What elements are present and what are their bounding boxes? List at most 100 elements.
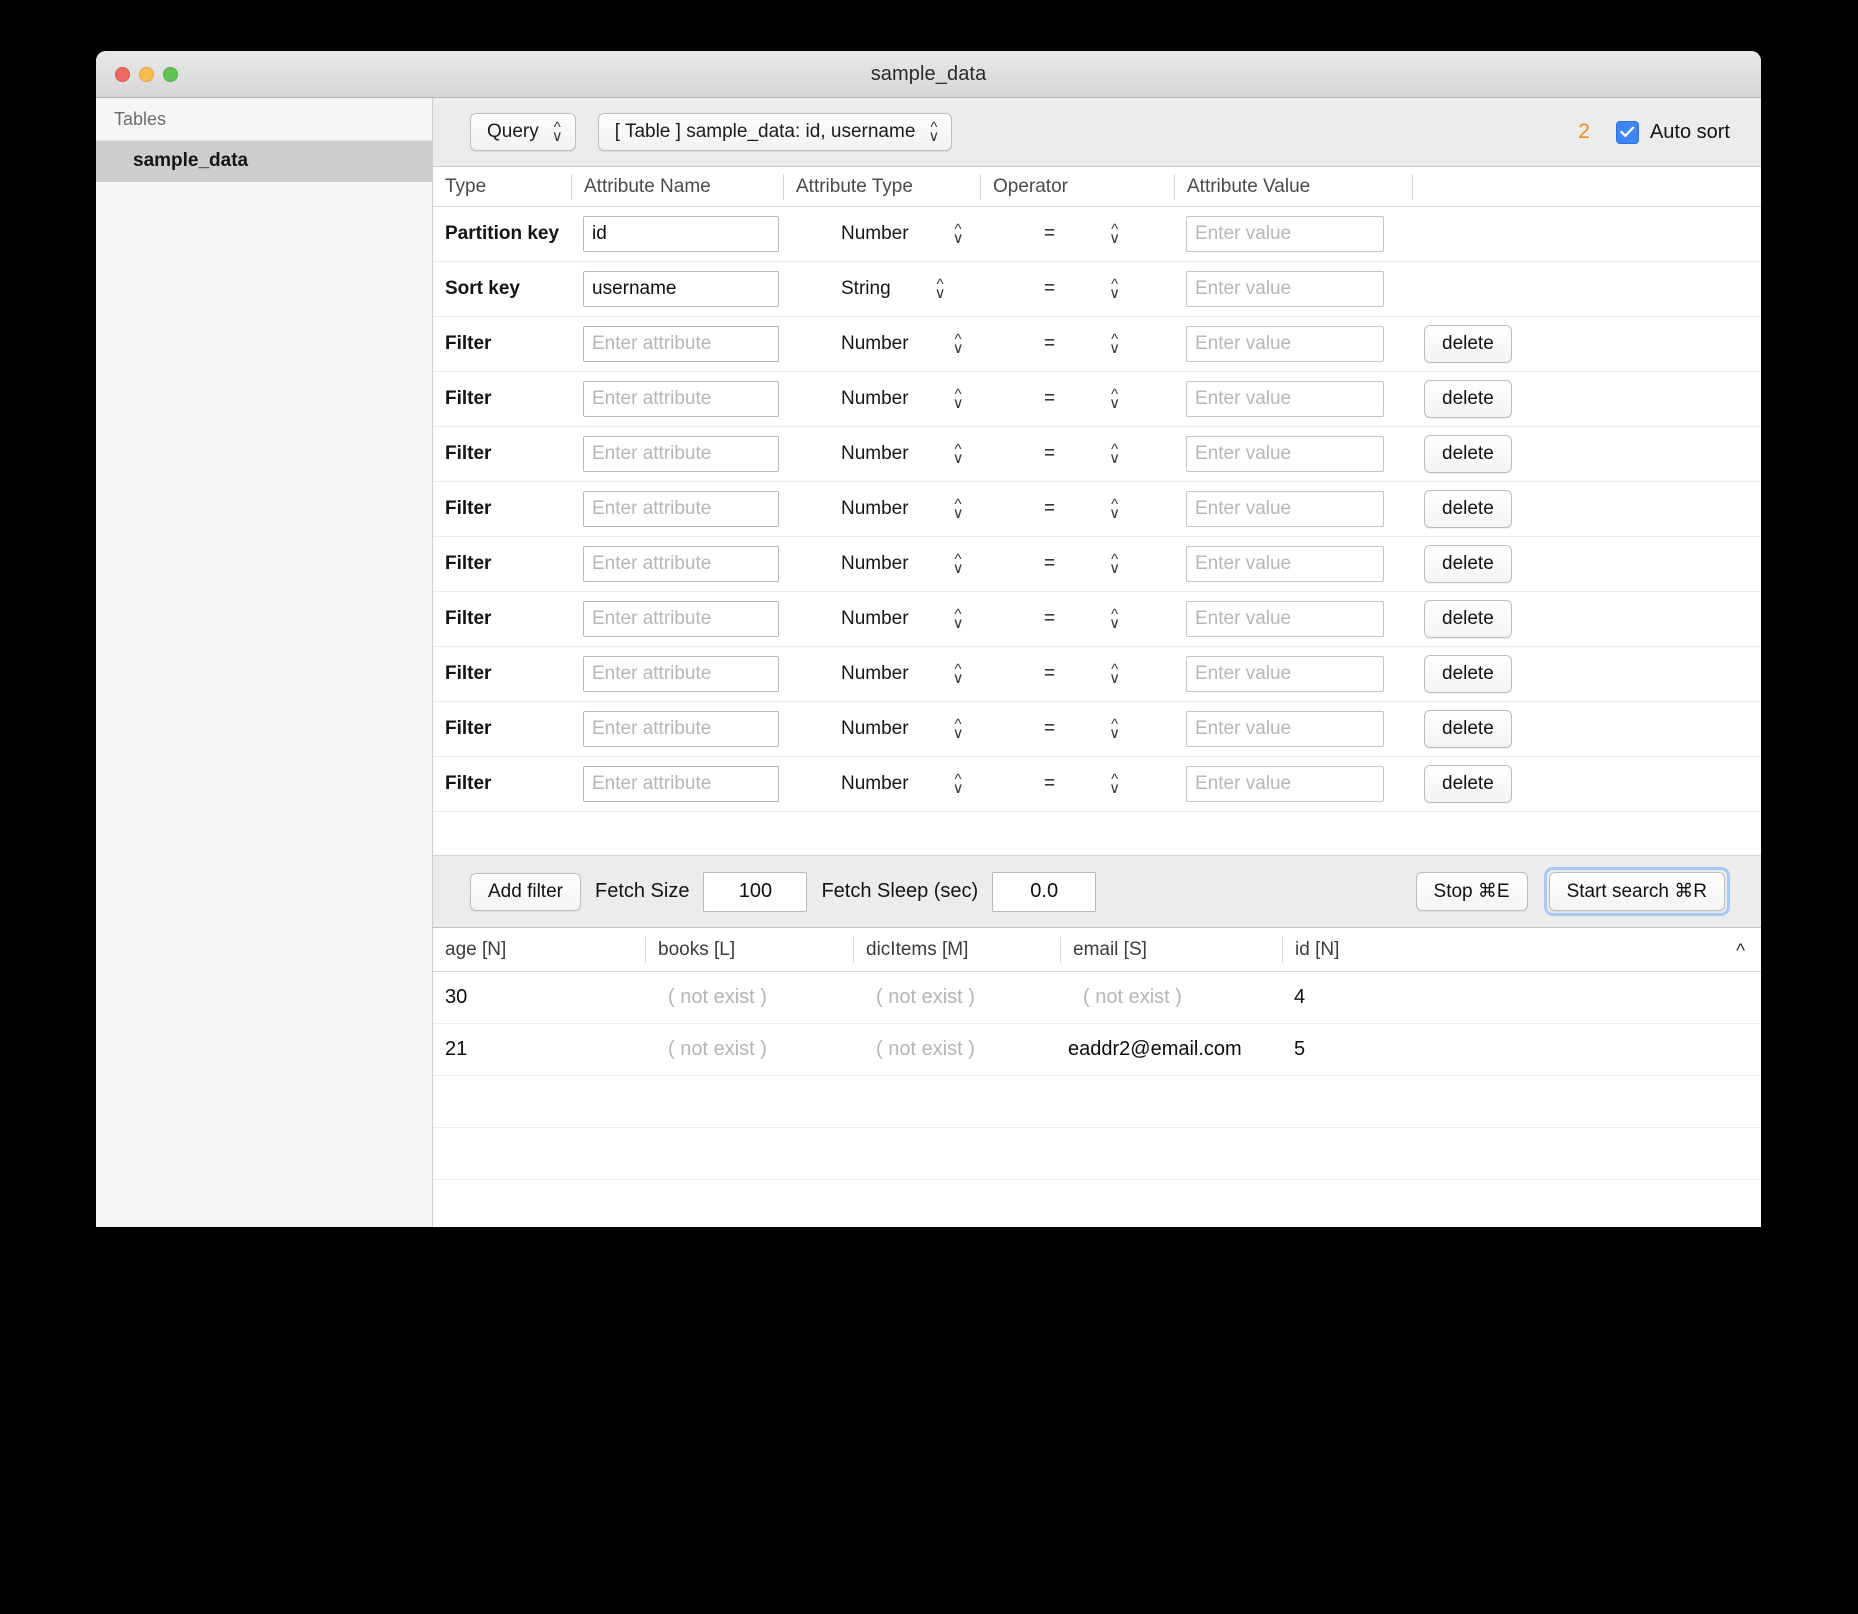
attribute-value-input[interactable] bbox=[1186, 326, 1384, 362]
attribute-name-input[interactable] bbox=[583, 546, 779, 582]
attribute-type-stepper[interactable]: ^ ∨ bbox=[953, 496, 964, 521]
attribute-value-input[interactable] bbox=[1186, 546, 1384, 582]
fetch-sleep-input[interactable] bbox=[992, 871, 1097, 912]
filter-row: Filter Number ^∨ = ^∨ delete bbox=[433, 537, 1761, 592]
filter-table: Type Attribute Name Attribute Type Opera… bbox=[433, 167, 1761, 856]
attribute-type-stepper[interactable]: ^ ∨ bbox=[953, 606, 964, 631]
cell-email: ( not exist ) bbox=[1083, 986, 1182, 1008]
table-row[interactable]: 21 ( not exist ) ( not exist ) eaddr2@email… bbox=[433, 1024, 1761, 1076]
stop-button[interactable]: Stop ⌘E bbox=[1415, 872, 1528, 911]
query-mode-popup[interactable]: Query ^ ∨ bbox=[470, 113, 576, 151]
results-table-header: age [N] books [L] dicItems [M] email [S]… bbox=[433, 928, 1761, 972]
delete-filter-button[interactable]: delete bbox=[1424, 545, 1512, 583]
operator-value: = bbox=[1044, 608, 1056, 629]
cell-email: eaddr2@email.com bbox=[1068, 1038, 1242, 1060]
operator-stepper[interactable]: ^ ∨ bbox=[1109, 771, 1120, 796]
auto-sort-checkbox[interactable] bbox=[1615, 120, 1639, 144]
attribute-name-input[interactable] bbox=[583, 491, 779, 527]
attribute-type-value: Number bbox=[841, 553, 909, 574]
attribute-name-input[interactable] bbox=[583, 601, 779, 637]
table-row-empty bbox=[433, 1128, 1761, 1180]
delete-filter-button[interactable]: delete bbox=[1424, 765, 1512, 803]
filter-row: Filter Number ^∨ = ^∨ delete bbox=[433, 427, 1761, 482]
attribute-value-input[interactable] bbox=[1186, 271, 1384, 307]
attribute-value-input[interactable] bbox=[1186, 766, 1384, 802]
attribute-value-input[interactable] bbox=[1186, 711, 1384, 747]
sidebar-header: Tables bbox=[96, 98, 432, 141]
attribute-type-stepper[interactable]: ^ ∨ bbox=[953, 716, 964, 741]
results-column-dicitems[interactable]: dicItems [M] bbox=[853, 936, 1060, 963]
sidebar-item-sample-data[interactable]: sample_data bbox=[96, 141, 432, 182]
attribute-type-stepper[interactable]: ^ ∨ bbox=[953, 386, 964, 411]
operator-stepper[interactable]: ^ ∨ bbox=[1109, 606, 1120, 631]
filter-row-type: Partition key bbox=[445, 223, 560, 244]
filter-row: Filter Number ^∨ = ^∨ delete bbox=[433, 757, 1761, 812]
main-panel: Query ^ ∨ [ Table ] sample_data: id, user… bbox=[433, 98, 1761, 1227]
results-row-list: 30 ( not exist ) ( not exist ) ( not exist … bbox=[433, 972, 1761, 1227]
attribute-name-input[interactable] bbox=[583, 216, 779, 252]
results-table: age [N] books [L] dicItems [M] email [S]… bbox=[433, 928, 1761, 1227]
attribute-name-input[interactable] bbox=[583, 711, 779, 747]
attribute-type-stepper[interactable]: ^ ∨ bbox=[953, 331, 964, 356]
chevron-updown-icon: ^ ∨ bbox=[551, 118, 563, 145]
delete-filter-button[interactable]: delete bbox=[1424, 710, 1512, 748]
filter-table-header: Type Attribute Name Attribute Type Opera… bbox=[433, 167, 1761, 207]
operator-stepper[interactable]: ^ ∨ bbox=[1109, 441, 1120, 466]
attribute-type-stepper[interactable]: ^ ∨ bbox=[953, 661, 964, 686]
attribute-type-stepper[interactable]: ^ ∨ bbox=[953, 441, 964, 466]
attribute-name-input[interactable] bbox=[583, 381, 779, 417]
filter-table-spacer bbox=[433, 812, 1761, 856]
filter-row-type: Filter bbox=[445, 443, 492, 464]
delete-filter-button[interactable]: delete bbox=[1424, 490, 1512, 528]
auto-sort-control[interactable]: Auto sort bbox=[1615, 120, 1730, 144]
operator-stepper[interactable]: ^ ∨ bbox=[1109, 551, 1120, 576]
attribute-value-input[interactable] bbox=[1186, 656, 1384, 692]
results-column-id[interactable]: id [N] ^ bbox=[1282, 936, 1761, 963]
cell-books: ( not exist ) bbox=[668, 986, 767, 1008]
operator-stepper[interactable]: ^ ∨ bbox=[1109, 716, 1120, 741]
attribute-value-input[interactable] bbox=[1186, 436, 1384, 472]
attribute-name-input[interactable] bbox=[583, 326, 779, 362]
table-row[interactable]: 30 ( not exist ) ( not exist ) ( not exist … bbox=[433, 972, 1761, 1024]
table-select-label: [ Table ] sample_data: id, username bbox=[614, 121, 916, 142]
attribute-type-stepper[interactable]: ^ ∨ bbox=[953, 221, 964, 246]
table-select-popup[interactable]: [ Table ] sample_data: id, username ^ ∨ bbox=[597, 113, 953, 151]
results-column-email[interactable]: email [S] bbox=[1060, 936, 1282, 963]
delete-filter-button[interactable]: delete bbox=[1424, 600, 1512, 638]
operator-stepper[interactable]: ^ ∨ bbox=[1109, 661, 1120, 686]
add-filter-button[interactable]: Add filter bbox=[470, 872, 581, 911]
attribute-name-input[interactable] bbox=[583, 436, 779, 472]
operator-stepper[interactable]: ^ ∨ bbox=[1109, 221, 1120, 246]
column-header-actions bbox=[1412, 173, 1761, 200]
delete-filter-button[interactable]: delete bbox=[1424, 380, 1512, 418]
attribute-name-input[interactable] bbox=[583, 271, 779, 307]
results-column-age[interactable]: age [N] bbox=[433, 937, 645, 963]
filter-row-type: Filter bbox=[445, 663, 492, 684]
delete-filter-button[interactable]: delete bbox=[1424, 655, 1512, 693]
attribute-value-input[interactable] bbox=[1186, 491, 1384, 527]
operator-stepper[interactable]: ^ ∨ bbox=[1109, 331, 1120, 356]
attribute-type-value: Number bbox=[841, 443, 909, 464]
attribute-value-input[interactable] bbox=[1186, 216, 1384, 252]
operator-stepper[interactable]: ^ ∨ bbox=[1109, 276, 1120, 301]
app-window: sample_data Tables sample_data Query ^ ∨ … bbox=[96, 51, 1761, 1227]
filter-row-type: Filter bbox=[445, 498, 492, 519]
attribute-type-stepper[interactable]: ^ ∨ bbox=[935, 276, 946, 301]
attribute-name-input[interactable] bbox=[583, 766, 779, 802]
attribute-name-input[interactable] bbox=[583, 656, 779, 692]
operator-stepper[interactable]: ^ ∨ bbox=[1109, 386, 1120, 411]
attribute-type-stepper[interactable]: ^ ∨ bbox=[953, 771, 964, 796]
operator-stepper[interactable]: ^ ∨ bbox=[1109, 496, 1120, 521]
attribute-type-value: Number bbox=[841, 718, 909, 739]
attribute-value-input[interactable] bbox=[1186, 381, 1384, 417]
attribute-value-input[interactable] bbox=[1186, 601, 1384, 637]
cell-age: 30 bbox=[445, 986, 468, 1008]
delete-filter-button[interactable]: delete bbox=[1424, 435, 1512, 473]
delete-filter-button[interactable]: delete bbox=[1424, 325, 1512, 363]
start-search-button[interactable]: Start search ⌘R bbox=[1548, 872, 1725, 911]
fetch-size-input[interactable] bbox=[703, 871, 808, 912]
attribute-type-value: Number bbox=[841, 608, 909, 629]
attribute-type-value: Number bbox=[841, 223, 909, 244]
results-column-books[interactable]: books [L] bbox=[645, 936, 853, 963]
attribute-type-stepper[interactable]: ^ ∨ bbox=[953, 551, 964, 576]
